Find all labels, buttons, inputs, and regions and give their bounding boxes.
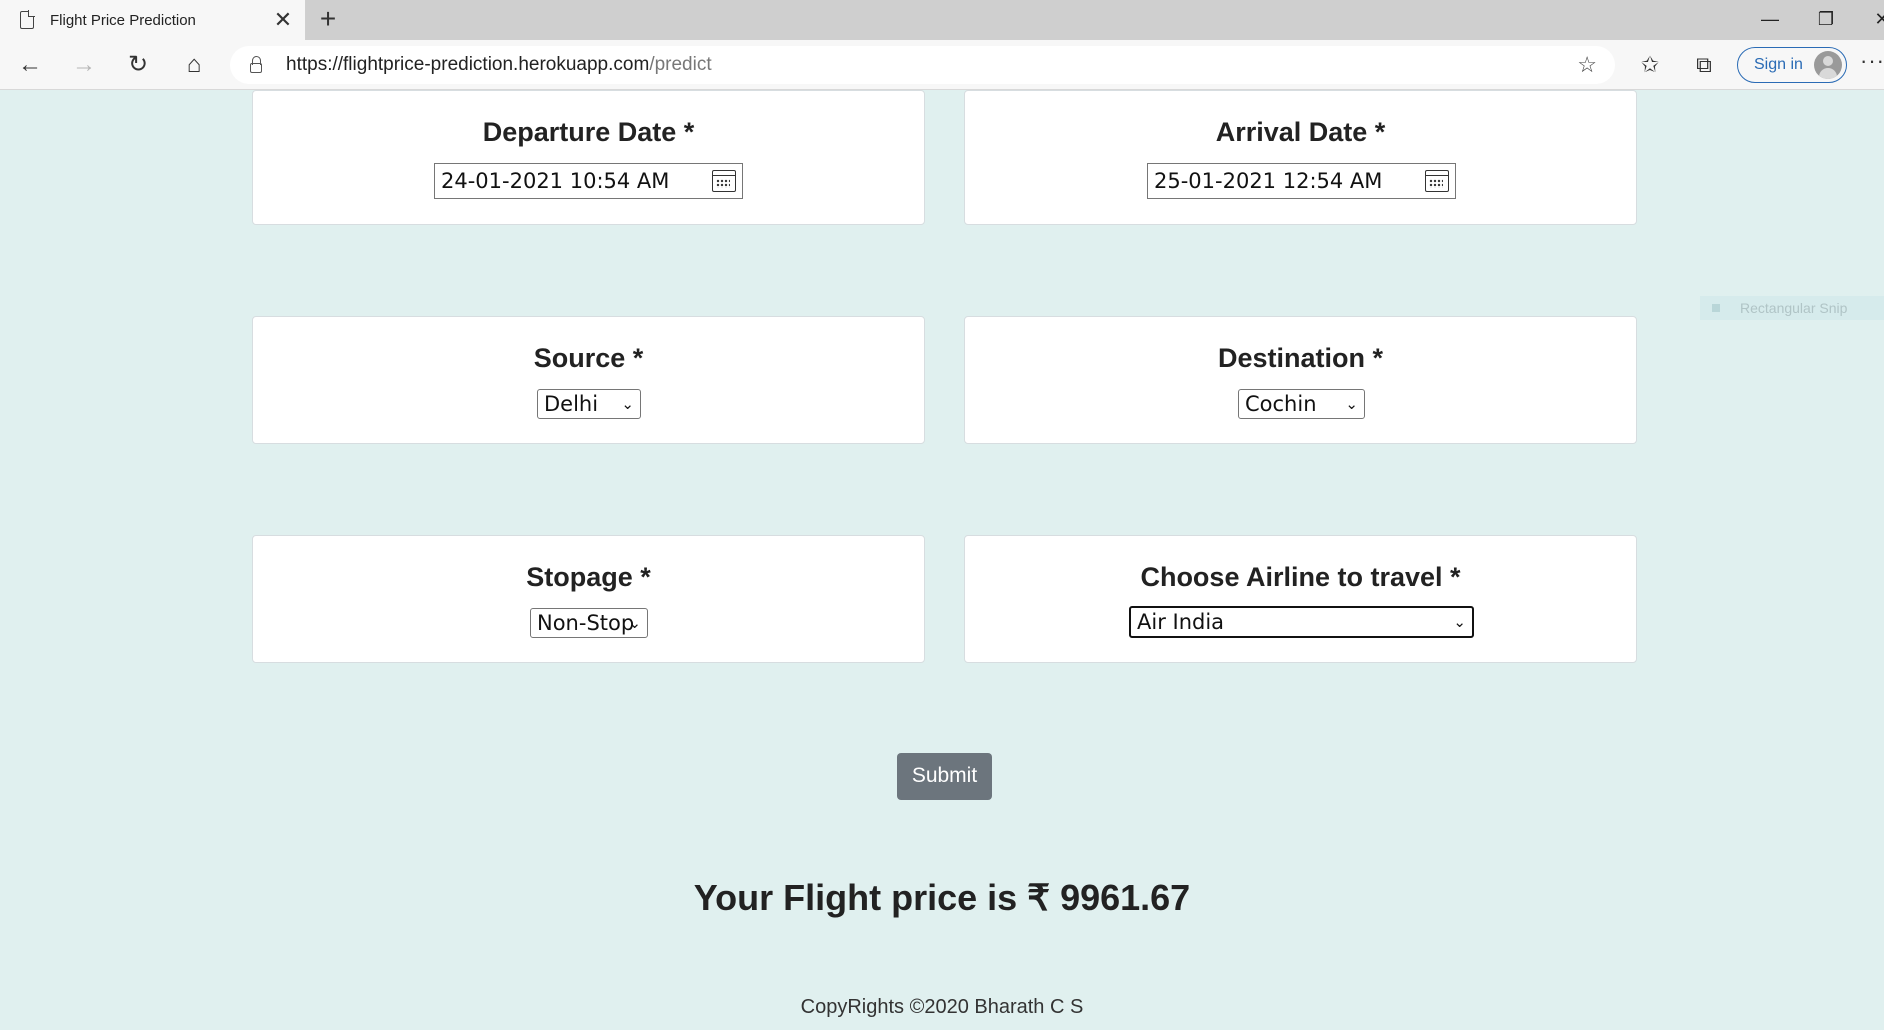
calendar-icon[interactable]: [712, 170, 736, 192]
home-icon[interactable]: ⌂: [176, 48, 212, 82]
tab-title: Flight Price Prediction: [50, 11, 196, 29]
chevron-down-icon: ⌄: [1345, 395, 1358, 413]
stopage-value: Non-Stop: [537, 611, 635, 635]
arrival-date-input[interactable]: 25-01-2021 12:54 AM: [1147, 163, 1456, 199]
footer-copyright: CopyRights ©2020 Bharath C S: [800, 996, 1084, 1018]
stopage-card: Stopage * Non-Stop ⌄: [252, 535, 925, 663]
url-field[interactable]: https://flightprice-prediction.herokuapp…: [230, 46, 1615, 84]
price-result: Your Flight price is ₹ 9961.67: [693, 877, 1191, 918]
add-favorite-icon[interactable]: ☆: [1577, 52, 1597, 78]
source-value: Delhi: [544, 392, 599, 416]
new-tab-button[interactable]: +: [312, 4, 344, 36]
airline-value: Air India: [1137, 610, 1225, 634]
snip-label: Rectangular Snip: [1740, 300, 1848, 316]
refresh-icon[interactable]: ↻: [120, 48, 156, 82]
arrival-date-value: 25-01-2021 12:54 AM: [1154, 169, 1383, 193]
sign-in-label: Sign in: [1754, 56, 1803, 73]
url-host: https://flightprice-prediction.herokuapp…: [286, 54, 650, 75]
departure-card: Departure Date * 24-01-2021 10:54 AM: [252, 90, 925, 225]
snip-icon: [1712, 304, 1720, 312]
departure-date-input[interactable]: 24-01-2021 10:54 AM: [434, 163, 743, 199]
arrival-label: Arrival Date *: [1215, 117, 1386, 147]
collections-icon[interactable]: ⧉: [1686, 48, 1722, 82]
forward-icon[interactable]: →: [66, 48, 102, 82]
destination-card: Destination * Cochin ⌄: [964, 316, 1637, 444]
departure-label: Departure Date *: [482, 117, 695, 147]
sign-in-button[interactable]: Sign in: [1737, 47, 1847, 83]
arrival-card: Arrival Date * 25-01-2021 12:54 AM: [964, 90, 1637, 225]
back-icon[interactable]: ←: [12, 48, 48, 82]
favorites-icon[interactable]: ✩: [1632, 48, 1668, 82]
submit-button[interactable]: Submit: [897, 753, 992, 800]
lock-icon[interactable]: [250, 55, 262, 73]
more-icon[interactable]: ···: [1860, 48, 1884, 74]
source-select[interactable]: Delhi ⌄: [537, 389, 641, 419]
tab-close-icon[interactable]: ✕: [271, 9, 295, 31]
chevron-down-icon: ⌄: [628, 614, 641, 632]
destination-select[interactable]: Cochin ⌄: [1238, 389, 1365, 419]
airline-select[interactable]: Air India ⌄: [1129, 606, 1474, 638]
restore-icon[interactable]: ❐: [1798, 0, 1854, 40]
window-close-icon[interactable]: ✕: [1854, 0, 1884, 40]
calendar-icon[interactable]: [1425, 170, 1449, 192]
airline-card: Choose Airline to travel * Air India ⌄: [964, 535, 1637, 663]
chevron-down-icon: ⌄: [1453, 613, 1466, 631]
avatar-icon: [1814, 51, 1842, 79]
stopage-select[interactable]: Non-Stop ⌄: [530, 608, 648, 638]
source-card: Source * Delhi ⌄: [252, 316, 925, 444]
departure-date-value: 24-01-2021 10:54 AM: [441, 169, 670, 193]
destination-label: Destination *: [1217, 343, 1384, 373]
source-label: Source *: [533, 343, 644, 373]
stopage-label: Stopage *: [526, 562, 651, 592]
airline-label: Choose Airline to travel *: [1140, 562, 1461, 592]
minimize-icon[interactable]: ―: [1742, 0, 1798, 40]
snip-overlay[interactable]: Rectangular Snip: [1700, 296, 1884, 320]
chevron-down-icon: ⌄: [621, 395, 634, 413]
url-path: /predict: [649, 54, 712, 75]
address-bar: ← → ↻ ⌂ https://flightprice-prediction.h…: [0, 40, 1884, 90]
page-icon: [20, 10, 35, 29]
destination-value: Cochin: [1245, 392, 1317, 416]
tab-bar: Flight Price Prediction ✕ + ― ❐ ✕: [0, 0, 1884, 40]
browser-tab[interactable]: Flight Price Prediction ✕: [0, 0, 306, 40]
